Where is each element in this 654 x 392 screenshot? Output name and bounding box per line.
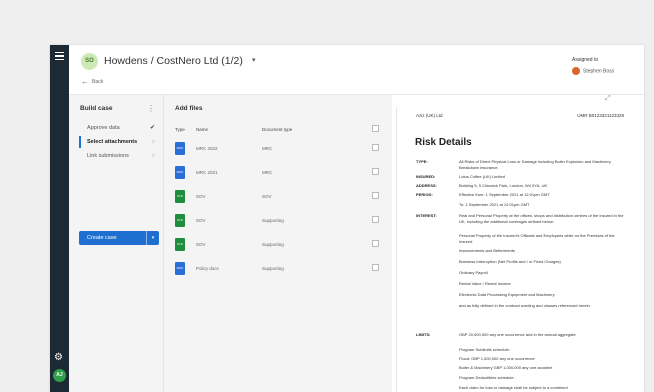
file-document-type: Supporting: [262, 266, 284, 271]
file-row[interactable]: DOC MRC 2022 MRC: [170, 139, 388, 159]
excel-sheet-icon: XLS: [175, 214, 185, 227]
word-doc-icon: DOC: [175, 142, 185, 155]
create-case-label: Create case: [87, 235, 117, 241]
doc-line-value: Lotus Coffee (UK) Limited: [459, 174, 505, 179]
gear-icon[interactable]: ⚙: [54, 353, 63, 363]
assignee[interactable]: Stephen Boss: [572, 67, 614, 75]
row-checkbox[interactable]: [372, 240, 379, 247]
file-row[interactable]: DOC Policy docs Supporting: [170, 259, 388, 279]
word-doc-icon: DOC: [175, 166, 185, 179]
file-name: SOV: [196, 242, 206, 247]
doc-line-label: TYPE:: [416, 159, 428, 164]
case-badge: SO: [81, 53, 98, 70]
file-document-type: SOV: [262, 194, 272, 199]
chevron-down-icon[interactable]: ▾: [252, 56, 256, 64]
file-document-type: Supporting: [262, 218, 284, 223]
column-header-name: Name: [196, 127, 209, 132]
column-header-type: Type: [175, 127, 185, 132]
document-preview: Aziz (UK) Ltd UMR B0123321123328 Risk De…: [396, 107, 644, 392]
arrow-left-icon: ←: [81, 77, 89, 86]
back-label: Back: [92, 79, 104, 85]
row-checkbox[interactable]: [372, 264, 379, 271]
doc-line-label: INTEREST:: [416, 213, 437, 218]
doc-line-value: Ordinary Payroll: [459, 270, 488, 275]
doc-line-value: Each claim for loss or damage shall be s…: [459, 385, 568, 390]
step-label: Approve data: [87, 125, 120, 131]
column-header-document-type: Document type: [262, 127, 293, 132]
case-title: Howdens / CostNero Ltd (1/2): [104, 55, 243, 67]
doc-heading: Risk Details: [415, 137, 472, 148]
file-document-type: MRC: [262, 146, 273, 151]
row-checkbox[interactable]: [372, 192, 379, 199]
doc-line-label: PERIOD:: [416, 192, 433, 197]
file-name: MRC 2022: [196, 146, 218, 151]
case-header: SO Howdens / CostNero Ltd (1/2) ▾ ← Back …: [69, 45, 644, 95]
doc-line-value: All Risks of Direct Physical Loss or Dam…: [459, 159, 611, 170]
file-row[interactable]: DOC MRC 2021 MRC: [170, 163, 388, 183]
word-doc-icon: DOC: [175, 262, 185, 275]
excel-sheet-icon: XLS: [175, 238, 185, 251]
excel-sheet-icon: XLS: [175, 190, 185, 203]
file-name: SOV: [196, 218, 206, 223]
expand-icon[interactable]: ⤢: [605, 95, 611, 103]
doc-line-value: Business Interruption (Net Profits and /…: [459, 259, 561, 264]
doc-line-label: ADDRESS:: [416, 183, 437, 188]
doc-line-value: and as fully defined in the contract wor…: [459, 303, 591, 308]
left-rail: ⚙ AJ: [50, 45, 69, 392]
assignee-avatar: [572, 67, 580, 75]
add-files-title: Add files: [175, 105, 203, 112]
step-label: Select attachments: [87, 139, 138, 145]
doc-line-value: Real and Personal Property at the office…: [459, 213, 624, 224]
file-name: Policy docs: [196, 266, 219, 271]
circle-icon: ○: [151, 139, 155, 145]
doc-line-value: Program Sublimits schedule:: [459, 347, 510, 352]
doc-line-value: Flood: GBP 1,000,000 any one occurrence: [459, 356, 535, 361]
doc-line-label: LIMITS:: [416, 332, 431, 337]
doc-line-value: Program Deductibles schedule:: [459, 375, 515, 380]
back-link[interactable]: ← Back: [81, 77, 103, 86]
create-case-button[interactable]: Create case ▾: [79, 231, 159, 245]
row-checkbox[interactable]: [372, 216, 379, 223]
app-window: ⚙ AJ SO Howdens / CostNero Ltd (1/2) ▾ ←…: [50, 45, 644, 392]
check-icon: ✔: [149, 125, 155, 131]
select-all-checkbox[interactable]: [372, 125, 379, 132]
doc-line-value: Boiler & Machinery GBP 1,000,000 any one…: [459, 365, 553, 370]
step-link-submissions[interactable]: Link submissions ○: [79, 150, 157, 162]
file-document-type: MRC: [262, 170, 273, 175]
doc-line-value: Improvements and Betterments: [459, 248, 515, 253]
circle-icon: ○: [151, 153, 155, 159]
doc-line-value: GBP 20,000,000 any one occurrence and in…: [459, 332, 576, 337]
menu-icon[interactable]: [55, 52, 64, 62]
doc-line-value: Rental Value / Rental Income: [459, 281, 511, 286]
file-row[interactable]: XLS SOV Supporting: [170, 211, 388, 231]
file-row[interactable]: XLS SOV Supporting: [170, 235, 388, 255]
assigned-label: Assigned to: [572, 57, 599, 63]
build-case-title: Build case: [80, 105, 113, 112]
row-checkbox[interactable]: [372, 168, 379, 175]
more-options-icon[interactable]: ⋮: [147, 104, 155, 113]
file-name: SOV: [196, 194, 206, 199]
doc-line-value: Building 5, 5 Chiswick Park, London, W4 …: [459, 183, 548, 188]
doc-line-value: Effective from: 1 September 2021 at 12:0…: [459, 192, 550, 197]
doc-line-value: Electronic Data Processing Equipment and…: [459, 292, 555, 297]
file-name: MRC 2021: [196, 170, 218, 175]
file-document-type: Supporting: [262, 242, 284, 247]
chevron-down-icon[interactable]: ▾: [146, 231, 159, 245]
doc-insurer: Aziz (UK) Ltd: [416, 113, 443, 118]
add-files-panel: Add files Type Name Document type DOC MR…: [164, 95, 439, 392]
doc-line-label: INSURED:: [416, 174, 436, 179]
doc-line-value: Personal Property of the Insured's Offic…: [459, 233, 615, 244]
build-case-panel: Build case ⋮ Approve data ✔ Select attac…: [69, 95, 164, 392]
step-approve-data[interactable]: Approve data ✔: [79, 122, 157, 134]
doc-line-value: To: 1 September 2021 at 12:01pm GMT: [459, 202, 530, 207]
doc-umr: UMR B0123321123328: [577, 113, 624, 118]
file-row[interactable]: XLS SOV SOV: [170, 187, 388, 207]
step-select-attachments[interactable]: Select attachments ○: [79, 136, 157, 148]
assignee-name: Stephen Boss: [583, 68, 615, 75]
user-avatar[interactable]: AJ: [53, 369, 66, 382]
row-checkbox[interactable]: [372, 144, 379, 151]
step-label: Link submissions: [87, 153, 129, 159]
